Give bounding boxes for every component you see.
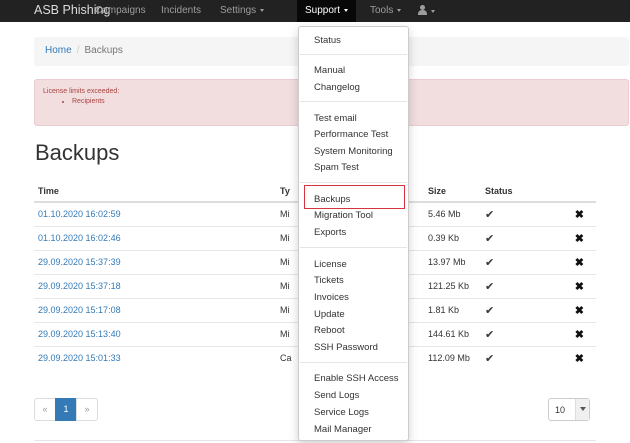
backup-size: 144.61 Kb <box>424 321 481 346</box>
chevron-down-icon <box>431 9 435 13</box>
breadcrumb-separator: / <box>76 45 80 56</box>
menu-divider <box>300 54 407 55</box>
menu-item-system-monitoring[interactable]: System Monitoring <box>314 146 393 157</box>
menu-divider <box>300 101 407 102</box>
checkmark-icon: ✔ <box>485 232 495 245</box>
pagination: « 1 » <box>34 398 98 421</box>
menu-item-test-email[interactable]: Test email <box>314 113 357 124</box>
page-title: Backups <box>35 140 120 165</box>
delete-icon[interactable]: ✖ <box>575 329 584 341</box>
menu-item-migration-tool[interactable]: Migration Tool <box>314 210 373 221</box>
nav-support-label: Support <box>305 5 341 16</box>
menu-item-mail-manager[interactable]: Mail Manager <box>314 424 372 435</box>
chevron-down-icon <box>260 8 265 12</box>
backup-time-link[interactable]: 29.09.2020 15:17:08 <box>38 305 121 315</box>
menu-item-changelog[interactable]: Changelog <box>314 82 360 93</box>
nav-incidents[interactable]: Incidents <box>161 5 201 16</box>
menu-item-invoices[interactable]: Invoices <box>314 292 349 303</box>
menu-item-exports[interactable]: Exports <box>314 227 346 238</box>
nav-user-menu[interactable] <box>418 5 435 17</box>
menu-divider <box>300 362 407 363</box>
menu-divider <box>300 182 407 183</box>
checkmark-icon: ✔ <box>485 280 495 293</box>
chevron-down-icon <box>575 399 589 420</box>
menu-item-reboot[interactable]: Reboot <box>314 325 345 336</box>
checkmark-icon: ✔ <box>485 328 495 341</box>
menu-item-update[interactable]: Update <box>314 309 345 320</box>
backup-size: 0.39 Kb <box>424 225 481 250</box>
nav-settings-label: Settings <box>220 5 257 16</box>
nav-settings[interactable]: Settings <box>220 5 265 16</box>
column-header-time[interactable]: Time <box>34 180 276 203</box>
menu-item-manual[interactable]: Manual <box>314 65 345 76</box>
checkmark-icon: ✔ <box>485 304 495 317</box>
column-header-size[interactable]: Size <box>424 180 481 203</box>
delete-icon[interactable]: ✖ <box>575 305 584 317</box>
pagination-next-button[interactable]: » <box>76 398 98 421</box>
column-header-actions <box>536 180 596 203</box>
backup-time-link[interactable]: 01.10.2020 16:02:46 <box>38 233 121 243</box>
backup-time-link[interactable]: 01.10.2020 16:02:59 <box>38 209 121 219</box>
backup-time-link[interactable]: 29.09.2020 15:37:39 <box>38 257 121 267</box>
delete-icon[interactable]: ✖ <box>575 233 584 245</box>
backup-size: 1.81 Kb <box>424 297 481 322</box>
chevron-down-icon <box>397 8 402 12</box>
breadcrumb-home-link[interactable]: Home <box>45 45 72 56</box>
menu-item-tickets[interactable]: Tickets <box>314 275 344 286</box>
menu-item-status[interactable]: Status <box>314 35 341 46</box>
menu-item-license[interactable]: License <box>314 259 347 270</box>
chevron-down-icon <box>344 8 349 12</box>
menu-item-backups[interactable]: Backups <box>314 194 350 205</box>
checkmark-icon: ✔ <box>485 208 495 221</box>
menu-item-ssh-password[interactable]: SSH Password <box>314 342 378 353</box>
nav-support[interactable]: Support <box>297 0 357 22</box>
menu-item-performance-test[interactable]: Performance Test <box>314 129 388 140</box>
support-dropdown-menu: Status Manual Changelog Test email Perfo… <box>298 26 409 441</box>
menu-item-service-logs[interactable]: Service Logs <box>314 407 369 418</box>
menu-divider <box>300 247 407 248</box>
menu-item-enable-ssh-access[interactable]: Enable SSH Access <box>314 373 399 384</box>
nav-tools-label: Tools <box>370 5 394 16</box>
nav-tools[interactable]: Tools <box>370 5 402 16</box>
backup-time-link[interactable]: 29.09.2020 15:01:33 <box>38 353 121 363</box>
backup-size: 112.09 Mb <box>424 345 481 370</box>
backup-time-link[interactable]: 29.09.2020 15:13:40 <box>38 329 121 339</box>
delete-icon[interactable]: ✖ <box>575 209 584 221</box>
menu-item-spam-test[interactable]: Spam Test <box>314 162 359 173</box>
column-header-status[interactable]: Status <box>481 180 536 203</box>
backup-size: 121.25 Kb <box>424 273 481 298</box>
menu-item-send-logs[interactable]: Send Logs <box>314 390 359 401</box>
breadcrumb-current: Backups <box>84 45 123 56</box>
backup-size: 5.46 Mb <box>428 209 461 220</box>
page-size-value: 10 <box>555 405 566 415</box>
page-size-select[interactable]: 10 <box>548 398 590 421</box>
user-icon <box>418 5 427 15</box>
checkmark-icon: ✔ <box>485 256 495 269</box>
delete-icon[interactable]: ✖ <box>575 257 584 269</box>
backup-time-link[interactable]: 29.09.2020 15:37:18 <box>38 281 121 291</box>
delete-icon[interactable]: ✖ <box>575 281 584 293</box>
pagination-prev-button[interactable]: « <box>34 398 56 421</box>
pagination-page-1[interactable]: 1 <box>55 398 77 421</box>
top-navbar: ASB Phishing Campaigns Incidents Setting… <box>0 0 630 22</box>
backup-size: 13.97 Mb <box>424 249 481 274</box>
delete-icon[interactable]: ✖ <box>575 353 584 365</box>
checkmark-icon: ✔ <box>485 352 495 365</box>
nav-campaigns[interactable]: Campaigns <box>95 5 146 16</box>
